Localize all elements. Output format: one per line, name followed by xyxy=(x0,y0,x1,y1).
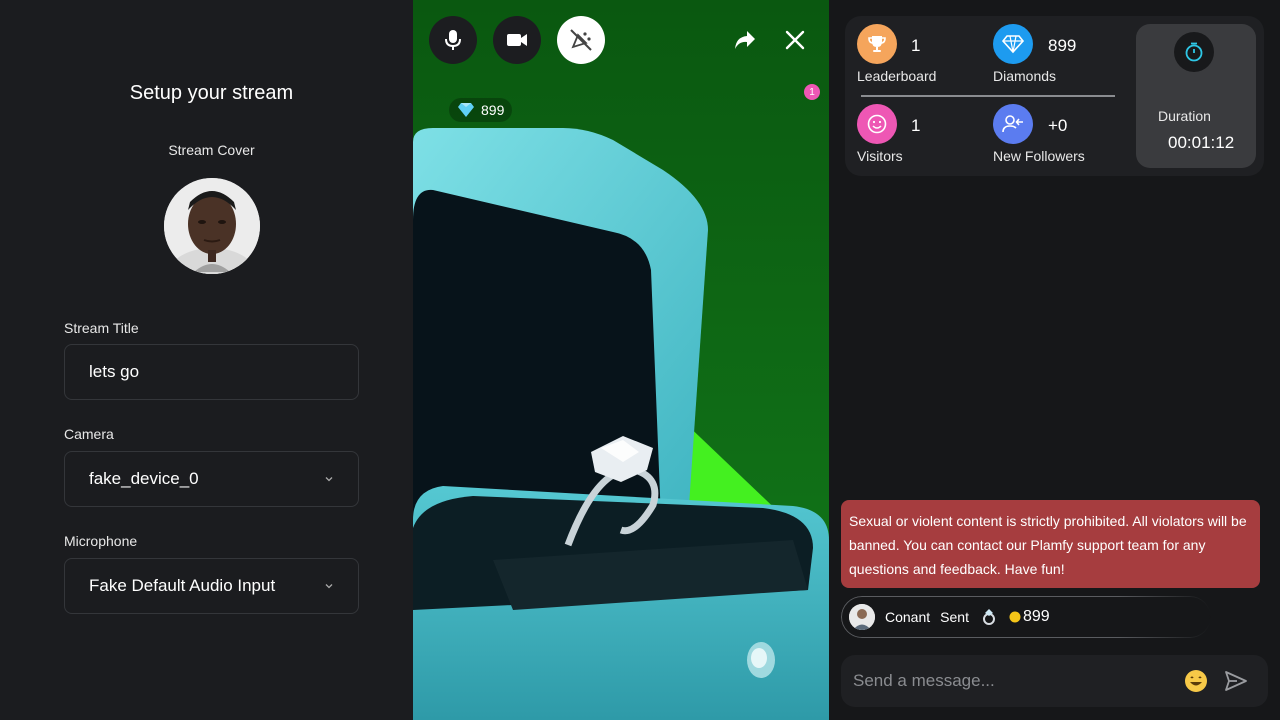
mic-icon xyxy=(445,30,461,50)
close-icon xyxy=(785,30,805,50)
stream-cover-label: Stream Cover xyxy=(168,142,255,158)
camera-label: Camera xyxy=(64,426,114,442)
add-follower-icon xyxy=(1002,115,1023,133)
message-composer xyxy=(841,655,1268,707)
diamonds-label: Diamonds xyxy=(993,68,1057,84)
followers-value: +0 xyxy=(1048,116,1068,135)
avatar[interactable] xyxy=(849,604,875,630)
camera-toggle-button[interactable] xyxy=(493,16,541,64)
microphone-value: Fake Default Audio Input xyxy=(89,576,276,595)
camera-select[interactable]: fake_device_0 xyxy=(64,451,359,507)
chevron-down-icon xyxy=(325,584,333,589)
camera-value: fake_device_0 xyxy=(89,469,199,488)
diamonds-value: 899 xyxy=(1048,36,1077,55)
video-camera-icon xyxy=(507,34,527,46)
microphone-select[interactable]: Fake Default Audio Input xyxy=(64,558,359,614)
send-icon xyxy=(1225,671,1247,691)
stream-stats-card: 1 Leaderboard 899 Diamonds 1 Visitors +0… xyxy=(845,16,1264,176)
stream-title-value: lets go xyxy=(89,362,140,381)
share-icon xyxy=(735,31,755,49)
stopwatch-icon xyxy=(1185,42,1203,62)
diamond-count: 899 xyxy=(481,102,505,118)
duration-card: Duration 00:01:12 xyxy=(1136,24,1256,168)
close-stream-button[interactable] xyxy=(771,16,819,64)
trophy-icon xyxy=(868,36,886,52)
duration-label: Duration xyxy=(1158,108,1211,124)
effects-toggle-button[interactable] xyxy=(557,16,605,64)
smiley-icon xyxy=(867,114,887,134)
duration-value: 00:01:12 xyxy=(1168,133,1235,152)
ring-gift-icon xyxy=(982,609,995,625)
leaderboard-label: Leaderboard xyxy=(857,68,937,84)
chevron-down-icon xyxy=(325,477,333,482)
video-preview: 1665 0523:23 xyxy=(413,0,829,720)
visitors-value: 1 xyxy=(911,116,921,135)
microphone-label: Microphone xyxy=(64,533,138,549)
app-root: Setup your stream Stream Cover Stream Ti… xyxy=(0,0,1280,720)
followers-label: New Followers xyxy=(993,148,1085,164)
mic-button[interactable] xyxy=(429,16,477,64)
setup-panel: Setup your stream Stream Cover Stream Ti… xyxy=(0,0,413,720)
notification-badge: 1 xyxy=(804,84,820,100)
leaderboard-badge[interactable] xyxy=(857,24,897,64)
gift-message: Conant Sent 899 xyxy=(841,596,1211,638)
visitors-badge[interactable] xyxy=(857,104,897,144)
stats-divider xyxy=(861,95,1115,97)
diamonds-badge[interactable] xyxy=(993,24,1033,64)
diamond-counter: 899 xyxy=(449,98,513,122)
send-button[interactable] xyxy=(1216,661,1256,701)
gift-sender: Conant xyxy=(885,609,931,625)
gift-amount-group: 899 xyxy=(1009,608,1050,626)
setup-title: Setup your stream xyxy=(129,82,294,104)
stats-chat-panel: 1 Leaderboard 899 Diamonds 1 Visitors +0… xyxy=(829,0,1280,720)
diamond-icon xyxy=(1002,35,1024,54)
message-input[interactable] xyxy=(853,671,1176,691)
effects-off-icon xyxy=(570,29,592,51)
visitors-label: Visitors xyxy=(857,148,903,164)
stream-cover-image[interactable] xyxy=(164,178,260,274)
emoji-icon xyxy=(1185,670,1207,692)
coin-icon xyxy=(1009,611,1021,623)
leaderboard-value: 1 xyxy=(911,36,921,55)
followers-badge[interactable] xyxy=(993,104,1033,144)
gift-action: Sent xyxy=(940,609,969,625)
stream-title-input[interactable]: lets go xyxy=(64,344,359,400)
gift-amount: 899 xyxy=(1022,608,1050,625)
stream-title-label: Stream Title xyxy=(64,320,139,336)
moderation-warning: Sexual or violent content is strictly pr… xyxy=(841,500,1260,588)
emoji-button[interactable] xyxy=(1176,661,1216,701)
timer-badge xyxy=(1174,32,1214,72)
diamond-icon xyxy=(458,103,474,117)
share-button[interactable] xyxy=(721,16,769,64)
